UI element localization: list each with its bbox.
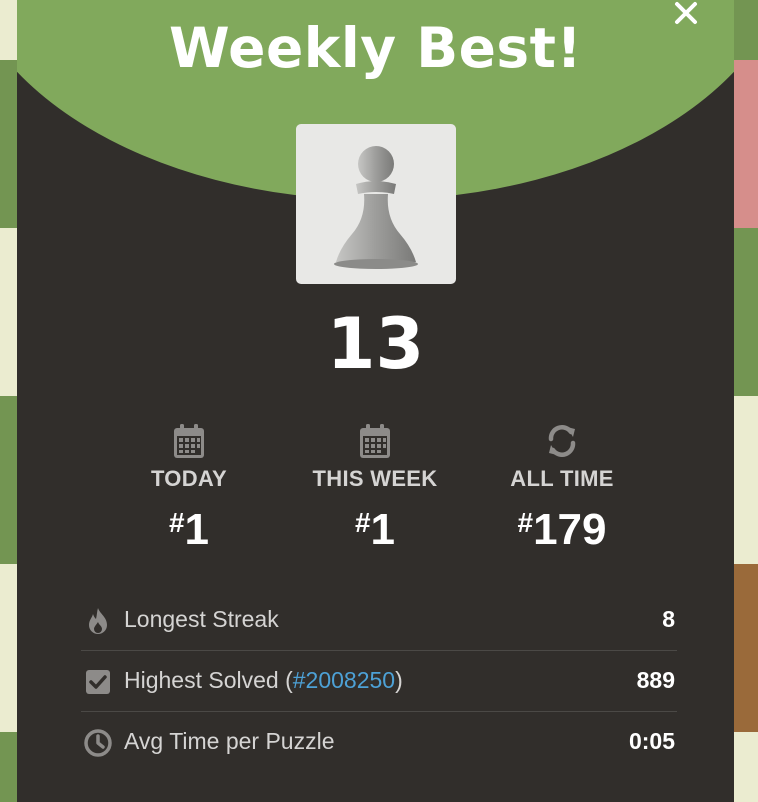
- rank-summary: TODAY #1 THIS WEEK #1 ALL TIME #179: [17, 420, 734, 560]
- close-button[interactable]: [669, 0, 705, 32]
- stat-row-longest-streak: Longest Streak 8: [81, 590, 677, 651]
- board-square: [734, 732, 758, 802]
- calendar-icon: [360, 424, 390, 458]
- piece-tile: [296, 124, 456, 284]
- refresh-icon: [548, 425, 576, 457]
- rank-hash: #: [354, 507, 371, 538]
- rank-all-time: ALL TIME #179: [472, 420, 652, 553]
- puzzle-link[interactable]: #2008250: [293, 667, 395, 693]
- stat-label: Avg Time per Puzzle: [124, 728, 335, 754]
- stat-label-suffix: ): [395, 667, 403, 693]
- board-square: [0, 564, 17, 732]
- board-square: [0, 0, 17, 60]
- board-square: [0, 732, 17, 802]
- stat-row-highest-solved: Highest Solved (#2008250) 889: [81, 651, 677, 712]
- rank-label: ALL TIME: [510, 466, 614, 491]
- close-icon: [675, 2, 697, 24]
- clock-icon: [84, 729, 112, 757]
- board-background-left: [0, 0, 17, 802]
- stat-label: Longest Streak: [124, 606, 279, 632]
- board-square: [734, 0, 758, 60]
- rank-number: 1: [184, 505, 210, 554]
- board-square: [734, 396, 758, 564]
- board-square: [734, 564, 758, 732]
- stat-row-avg-time: Avg Time per Puzzle 0:05: [81, 712, 677, 772]
- pawn-icon: [334, 146, 418, 269]
- rank-number: 179: [533, 505, 607, 554]
- stat-label: Highest Solved (#2008250): [124, 667, 403, 694]
- calendar-icon: [174, 424, 204, 458]
- rank-this-week: THIS WEEK #1: [285, 420, 465, 553]
- board-square: [0, 60, 17, 228]
- rank-label: THIS WEEK: [312, 466, 438, 491]
- rank-hash: #: [517, 507, 534, 538]
- puzzle-score: 13: [326, 303, 425, 385]
- stat-label-prefix: Highest Solved (: [124, 667, 293, 693]
- flame-icon: [89, 608, 107, 634]
- stat-value: 0:05: [628, 728, 675, 754]
- rank-hash: #: [168, 507, 185, 538]
- rank-value: #1: [99, 500, 279, 553]
- rank-today: TODAY #1: [99, 420, 279, 553]
- board-background-right: [734, 0, 758, 802]
- board-square: [0, 228, 17, 396]
- rank-label: TODAY: [150, 466, 228, 491]
- board-square: [0, 396, 17, 564]
- weekly-best-modal: Weekly Best! 13 TODAY #1 THIS WEEK #1 AL…: [17, 0, 734, 802]
- board-square: [734, 228, 758, 396]
- rank-value: #179: [472, 500, 652, 553]
- checkbox-icon: [86, 670, 110, 694]
- rank-number: 1: [370, 505, 396, 554]
- board-square: [734, 60, 758, 228]
- stats-list: Longest Streak 8 Highest Solved (#200825…: [81, 590, 677, 772]
- stat-value: 889: [636, 667, 675, 693]
- stat-value: 8: [662, 606, 675, 632]
- modal-title: Weekly Best!: [168, 16, 583, 80]
- rank-value: #1: [285, 500, 465, 553]
